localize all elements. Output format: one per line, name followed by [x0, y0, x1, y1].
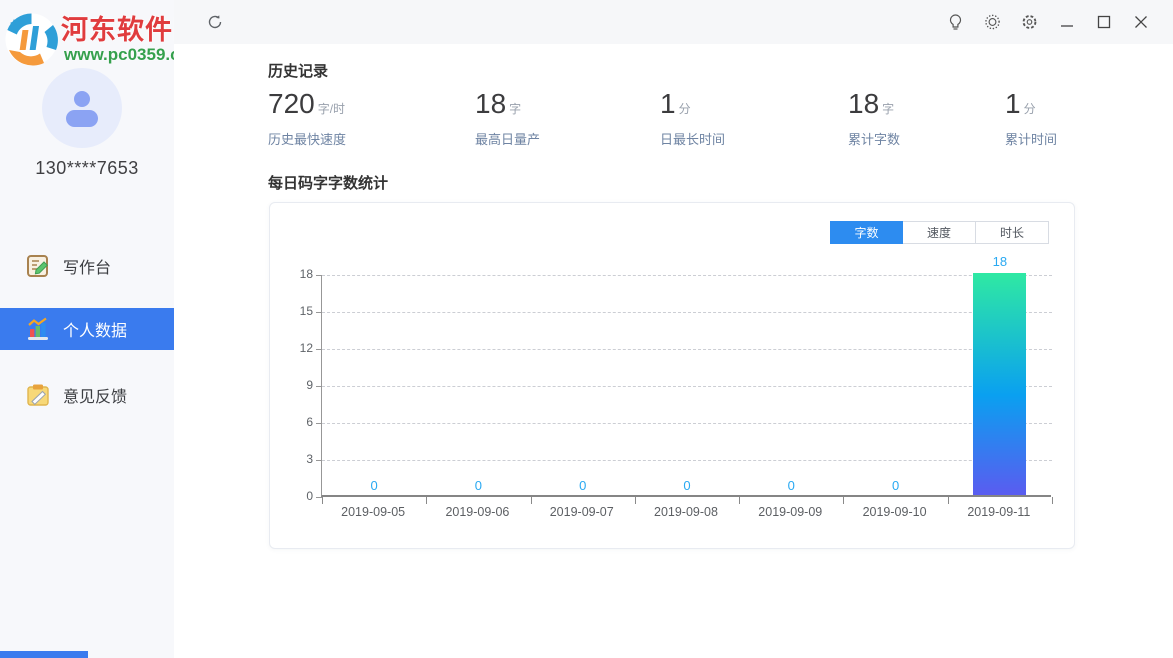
stat-unit: 字 — [509, 102, 521, 116]
site-logo-icon — [4, 12, 59, 67]
stat-max-daily-output: 18字 最高日量产 — [475, 88, 540, 148]
minimize-button[interactable] — [1058, 14, 1075, 31]
stat-label: 最高日量产 — [475, 129, 540, 148]
sidebar-item-personal-data[interactable]: 个人数据 — [0, 308, 174, 350]
stat-total-words: 18字 累计字数 — [848, 88, 900, 148]
tab-speed[interactable]: 速度 — [903, 221, 976, 244]
feedback-icon — [25, 382, 51, 408]
bar-2019-09-11 — [973, 273, 1026, 495]
stat-label: 历史最快速度 — [268, 129, 346, 148]
maximize-button[interactable] — [1095, 14, 1112, 31]
settings-gear-icon[interactable] — [1021, 14, 1038, 31]
main-content: 历史记录 720字/时 历史最快速度 18字 最高日量产 1分 日最长时间 18… — [174, 44, 1173, 658]
personal-data-icon — [25, 316, 51, 342]
stat-unit: 字 — [882, 102, 894, 116]
avatar — [42, 68, 122, 148]
refresh-button[interactable] — [206, 13, 224, 31]
stat-total-time: 1分 累计时间 — [1005, 88, 1057, 148]
sidebar-item-feedback[interactable]: 意见反馈 — [0, 374, 174, 416]
sidebar-item-label: 意见反馈 — [63, 383, 127, 407]
stat-unit: 字/时 — [318, 102, 345, 116]
sidebar-item-label: 写作台 — [63, 254, 111, 278]
site-url: www.pc0359.cn — [64, 45, 190, 65]
chart-section-title: 每日码字字数统计 — [268, 172, 388, 193]
stat-value: 1 — [660, 88, 676, 119]
chart-tab-group: 字数 速度 时长 — [830, 221, 1049, 244]
stat-unit: 分 — [1024, 102, 1036, 116]
plot-area: 00000018 — [321, 275, 1051, 497]
sidebar-item-writing-desk[interactable]: 写作台 — [0, 245, 174, 287]
stat-longest-daily-time: 1分 日最长时间 — [660, 88, 725, 148]
theme-brightness-icon[interactable] — [984, 14, 1001, 31]
stat-value: 1 — [1005, 88, 1021, 119]
stat-label: 日最长时间 — [660, 129, 725, 148]
sidebar-item-label: 个人数据 — [63, 317, 127, 341]
window-controls — [947, 0, 1149, 44]
stat-value: 720 — [268, 88, 315, 119]
user-phone-number: 130****7653 — [0, 158, 174, 179]
tips-bulb-icon[interactable] — [947, 14, 964, 31]
close-button[interactable] — [1132, 14, 1149, 31]
bottom-accent-bar — [0, 651, 88, 658]
user-icon — [60, 86, 104, 130]
tab-word-count[interactable]: 字数 — [830, 221, 903, 244]
x-axis-labels: 2019-09-052019-09-062019-09-072019-09-08… — [321, 505, 1051, 523]
stat-label: 累计时间 — [1005, 129, 1057, 148]
stat-fastest-speed: 720字/时 历史最快速度 — [268, 88, 346, 148]
writing-desk-icon — [25, 253, 51, 279]
stat-label: 累计字数 — [848, 129, 900, 148]
stat-value: 18 — [848, 88, 879, 119]
chart-card: 字数 速度 时长 0369121518 00000018 2019-09-052… — [269, 202, 1075, 549]
stat-unit: 分 — [679, 102, 691, 116]
tab-duration[interactable]: 时长 — [976, 221, 1049, 244]
history-section-title: 历史记录 — [268, 60, 328, 81]
sidebar: 130****7653 写作台 个人数据 — [0, 0, 174, 658]
stat-value: 18 — [475, 88, 506, 119]
